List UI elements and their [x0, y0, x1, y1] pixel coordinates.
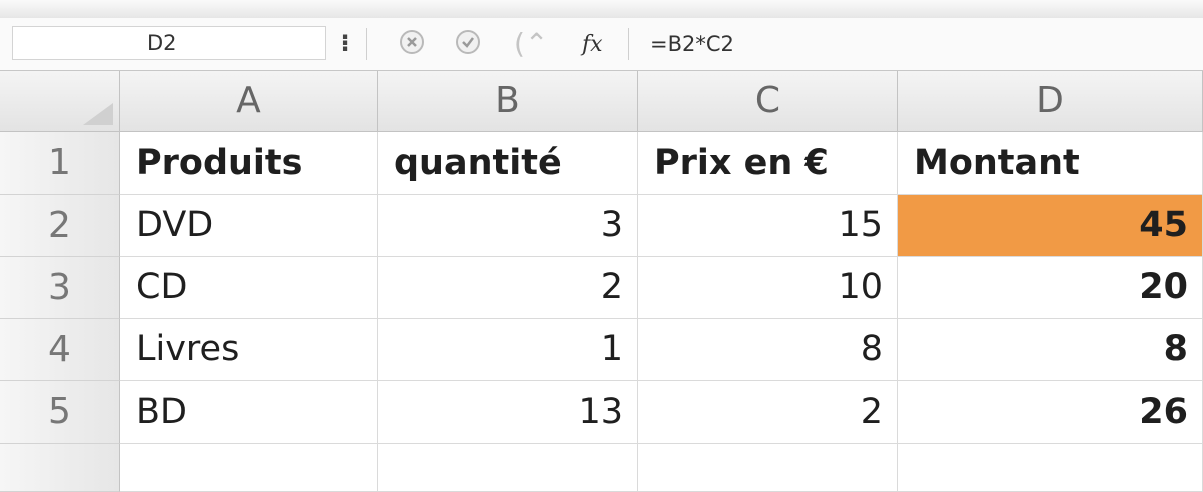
row-header-2[interactable]: 2 [0, 195, 120, 257]
cell-b6[interactable] [378, 444, 638, 492]
cell-b3[interactable]: 2 [378, 257, 638, 319]
cancel-icon[interactable] [400, 30, 424, 54]
row-header-1[interactable]: 1 [0, 132, 120, 195]
cell-c3[interactable]: 10 [638, 257, 898, 319]
cell-a4[interactable]: Livres [120, 319, 378, 381]
column-header-b[interactable]: B [378, 71, 638, 132]
cell-d5[interactable]: 26 [898, 381, 1203, 444]
cell-a5[interactable]: BD [120, 381, 378, 444]
window-top-strip [0, 0, 1203, 19]
confirm-icon[interactable] [456, 30, 480, 54]
insert-function-icon: (⌃ [514, 27, 549, 60]
divider [366, 28, 367, 60]
spreadsheet-grid: A B C D 1 Produits quantité Prix en € Mo… [0, 71, 1203, 492]
cell-b1[interactable]: quantité [378, 132, 638, 195]
cell-a1[interactable]: Produits [120, 132, 378, 195]
fx-label: fx [582, 32, 603, 57]
cell-c4[interactable]: 8 [638, 319, 898, 381]
cell-c6[interactable] [638, 444, 898, 492]
row-header-4[interactable]: 4 [0, 319, 120, 381]
cell-a3[interactable]: CD [120, 257, 378, 319]
cell-c1[interactable]: Prix en € [638, 132, 898, 195]
row-header-5[interactable]: 5 [0, 381, 120, 444]
row-header-6[interactable] [0, 444, 120, 492]
cell-d4[interactable]: 8 [898, 319, 1203, 381]
divider [628, 28, 629, 60]
cell-d3[interactable]: 20 [898, 257, 1203, 319]
select-all-button[interactable] [0, 71, 120, 132]
cell-c2[interactable]: 15 [638, 195, 898, 257]
cell-d2-selected[interactable]: 45 [898, 195, 1203, 257]
select-all-icon [83, 103, 113, 125]
formula-bar: D2 ⁝ (⌃ fx =B2*C2 [0, 18, 1203, 71]
cell-d1[interactable]: Montant [898, 132, 1203, 195]
cell-b4[interactable]: 1 [378, 319, 638, 381]
insert-function-button[interactable]: (⌃ fx [514, 27, 618, 60]
cell-d6[interactable] [898, 444, 1203, 492]
cell-b2[interactable]: 3 [378, 195, 638, 257]
column-header-c[interactable]: C [638, 71, 898, 132]
cell-a6[interactable] [120, 444, 378, 492]
cell-a2[interactable]: DVD [120, 195, 378, 257]
formula-input[interactable]: =B2*C2 [650, 28, 734, 60]
stepper-icon[interactable]: ⁝ [334, 28, 356, 58]
name-box[interactable]: D2 [12, 26, 326, 60]
column-header-d[interactable]: D [898, 71, 1203, 132]
row-header-3[interactable]: 3 [0, 257, 120, 319]
cell-b5[interactable]: 13 [378, 381, 638, 444]
cell-c5[interactable]: 2 [638, 381, 898, 444]
column-header-a[interactable]: A [120, 71, 378, 132]
